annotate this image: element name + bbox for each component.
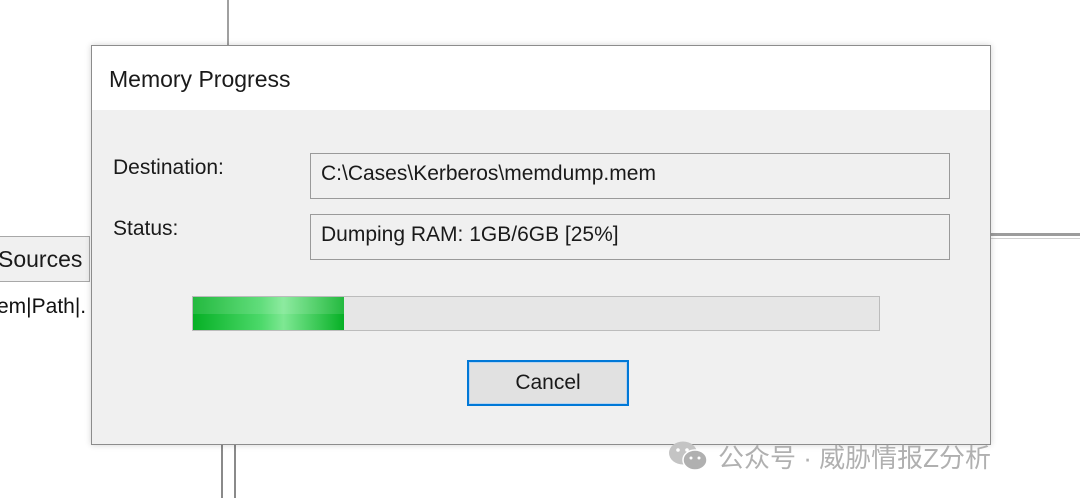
background-tab-label: Sources [0,246,83,272]
watermark: 公众号 · 威胁情报Z分析 [668,436,991,476]
status-value: Dumping RAM: 1GB/6GB [25%] [321,223,619,246]
cancel-button-label: Cancel [469,362,627,404]
background-divider [991,238,1080,239]
dialog-titlebar[interactable]: Memory Progress [92,46,990,110]
watermark-text: 公众号 · 威胁情报Z分析 [718,442,991,473]
status-label: Status: [113,217,179,240]
memory-progress-dialog: Memory Progress Destination: C:\Cases\Ke… [91,45,991,445]
dialog-title: Memory Progress [109,66,291,92]
destination-field: C:\Cases\Kerberos\memdump.mem [310,153,950,199]
status-field: Dumping RAM: 1GB/6GB [25%] [310,214,950,260]
destination-value: C:\Cases\Kerberos\memdump.mem [321,162,656,185]
destination-label: Destination: [113,156,224,179]
wechat-icon [669,441,708,471]
cancel-button[interactable]: Cancel [467,360,629,406]
progress-bar [192,296,880,331]
background-divider [221,444,223,498]
background-divider [991,233,1080,236]
background-list-row: em|Path|. [0,295,87,318]
progress-bar-fill [193,297,344,330]
background-divider [227,0,229,46]
background-divider [234,444,236,498]
